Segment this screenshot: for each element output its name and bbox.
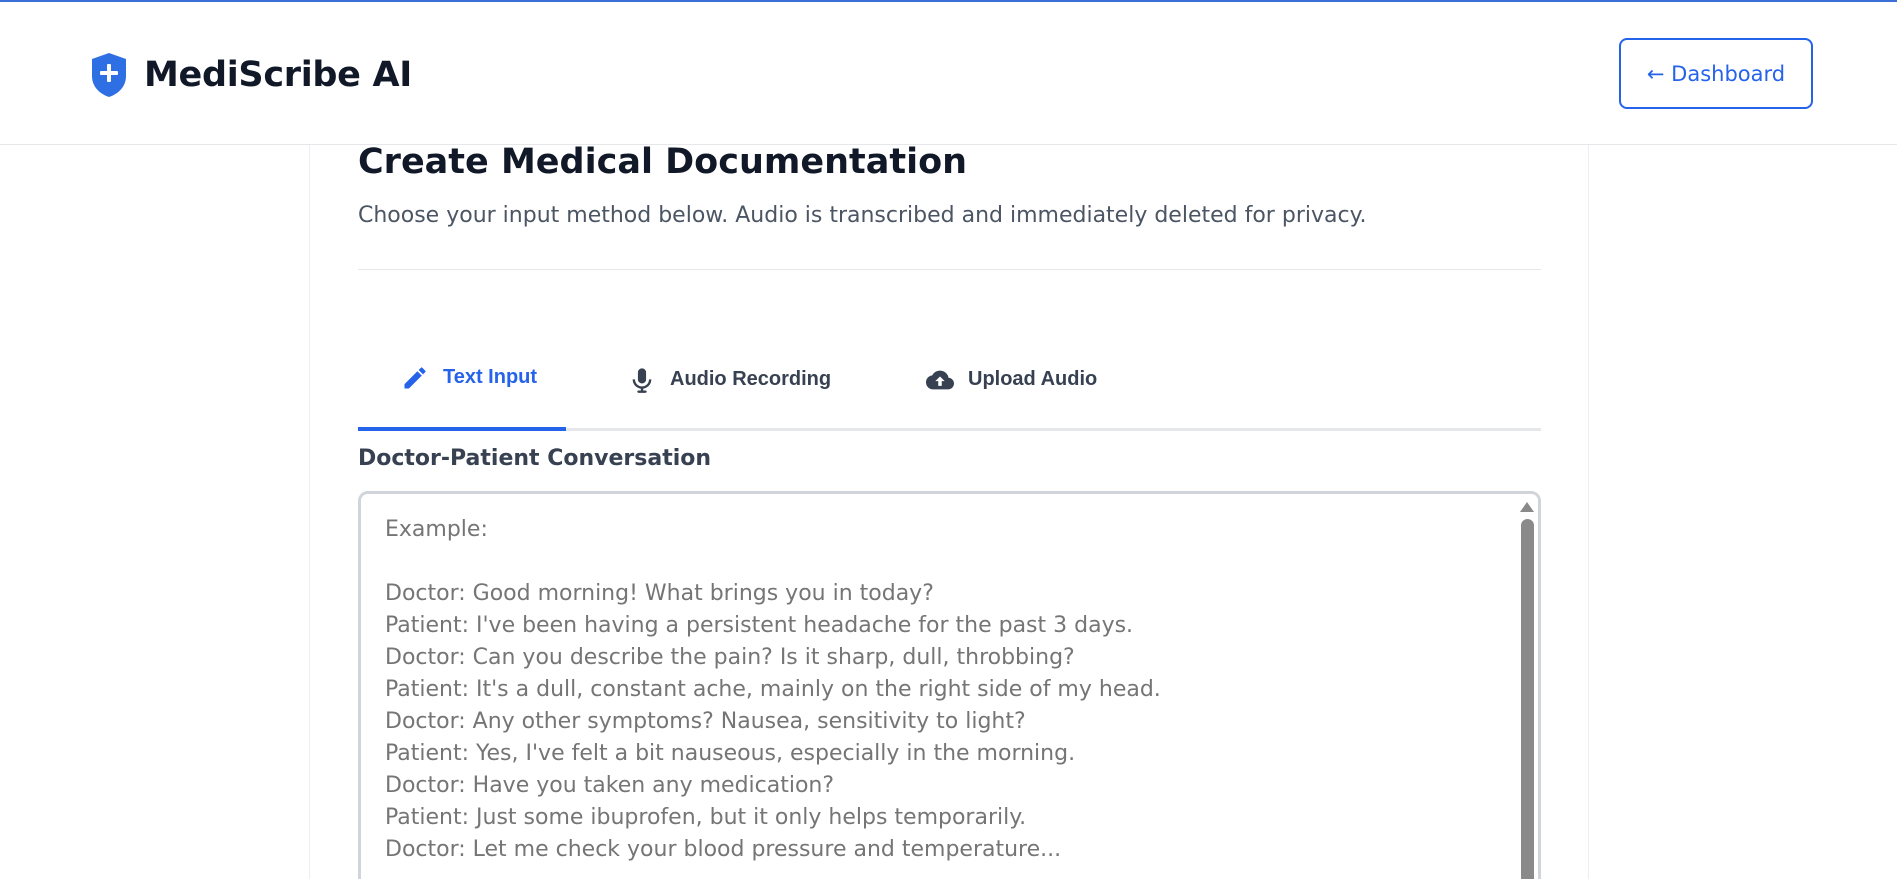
- textarea-scrollbar[interactable]: [1516, 494, 1538, 879]
- conversation-textarea-wrapper: [358, 491, 1541, 879]
- tab-label: Text Input: [442, 366, 538, 388]
- tab-audio-recording[interactable]: Audio Recording: [628, 328, 831, 431]
- page-subtitle: Choose your input method below. Audio is…: [358, 203, 1367, 228]
- shield-plus-icon: [92, 53, 126, 97]
- tab-label: Audio Recording: [670, 368, 832, 390]
- pencil-icon: [404, 366, 426, 388]
- microphone-icon: [632, 367, 652, 393]
- brand[interactable]: MediScribe AI: [90, 52, 412, 98]
- dashboard-button[interactable]: ← Dashboard: [1619, 38, 1813, 109]
- documentation-card: Create Medical Documentation Choose your…: [309, 120, 1589, 879]
- scroll-up-arrow-icon[interactable]: [1520, 502, 1534, 512]
- app-name: MediScribe AI: [144, 55, 413, 95]
- tab-text-input[interactable]: Text Input: [358, 328, 566, 431]
- app-header: MediScribe AI ← Dashboard: [0, 2, 1897, 145]
- tab-upload-audio[interactable]: Upload Audio: [926, 328, 1097, 431]
- scroll-thumb[interactable]: [1521, 519, 1534, 879]
- conversation-label: Doctor-Patient Conversation: [358, 446, 712, 471]
- tab-label: Upload Audio: [968, 368, 1098, 390]
- cloud-upload-icon: [926, 370, 954, 389]
- section-divider: [358, 269, 1541, 270]
- page-title: Create Medical Documentation: [358, 142, 968, 182]
- conversation-textarea[interactable]: [361, 494, 1511, 879]
